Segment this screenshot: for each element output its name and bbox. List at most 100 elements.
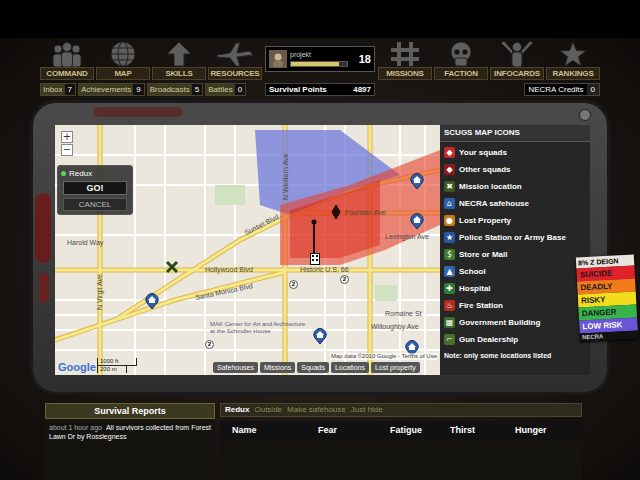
map-filter-tab[interactable]: Safehouses [213, 362, 258, 373]
necra-credits[interactable]: NECRA Credits0 [524, 83, 600, 96]
nav-item[interactable]: COMMAND [40, 41, 94, 80]
map-tabs: SafehousesMissionsSquadsLocationsLost pr… [213, 362, 420, 373]
legend-glyph: ⌂ [447, 200, 452, 208]
player-name: projekt [290, 51, 356, 59]
nav-item[interactable]: RANKINGS [546, 41, 600, 80]
avatar-icon [269, 50, 287, 68]
zoom-in-button[interactable]: + [61, 131, 73, 143]
counter-count[interactable]: 0 [235, 84, 245, 95]
nav-label[interactable]: RESOURCES [208, 67, 262, 80]
top-strip [0, 0, 640, 38]
nav-item[interactable]: SKILLS [152, 41, 206, 80]
counter-label[interactable]: Broadcasts [148, 84, 192, 95]
legend-glyph: ★ [446, 234, 453, 242]
map[interactable]: Sunset BlvdHollywood BlvdSanta Monica Bl… [55, 125, 440, 375]
nav-label[interactable]: SKILLS [152, 67, 206, 80]
nav-item[interactable]: MAP [96, 41, 150, 80]
legend-swatch: ◆ [444, 147, 455, 158]
counter-chip[interactable]: Inbox7 [40, 83, 76, 96]
street-label: N Virgil Ave [96, 274, 104, 310]
legend-label: Other squads [459, 165, 511, 175]
map-canvas[interactable] [55, 125, 440, 375]
squad-status-dot [61, 171, 66, 176]
counter-label[interactable]: Inbox [41, 84, 65, 95]
counter-count[interactable]: 7 [65, 84, 75, 95]
squad-name: Redux [69, 169, 92, 178]
nav-right: MISSIONSFACTIONINFOCARDSRANKINGS [378, 41, 600, 80]
nav-label[interactable]: INFOCARDS [490, 67, 544, 80]
nav-item[interactable]: FACTION [434, 41, 488, 80]
map-filter-tab[interactable]: Missions [260, 362, 295, 373]
survival-reports: Survival Reportsabout 1 hour agoAll surv… [45, 403, 215, 480]
legend-swatch: ◆ [444, 164, 455, 175]
street-label: Historic U.S. 66 [300, 266, 349, 274]
cancel-button[interactable]: CANCEL [63, 198, 127, 211]
route-shield: 2 [340, 275, 349, 284]
squad-tab[interactable]: Make safehouse [287, 405, 346, 415]
counters: Inbox7Achievements9Broadcasts5Battles0 [40, 83, 262, 96]
nav-label[interactable]: MISSIONS [378, 67, 432, 80]
legend-swatch: ★ [444, 232, 455, 243]
legend-swatch: ▲ [444, 266, 455, 277]
legend-glyph: ✚ [446, 285, 453, 293]
nav-label[interactable]: COMMAND [40, 67, 94, 80]
route-shield: 2 [205, 340, 214, 349]
column-header: Name [232, 425, 318, 436]
player-info: projekt [290, 51, 356, 67]
counter-chip[interactable]: Achievements9 [78, 83, 145, 96]
nav-left: COMMANDMAPSKILLSRESOURCES [40, 41, 262, 80]
people-icon [47, 41, 87, 67]
credits-label: NECRA Credits [525, 84, 586, 95]
threat-scale: 8% Z DEIGNSUICIDEDEADLYRISKYDANGERLOW RI… [576, 255, 638, 342]
frame-button[interactable] [579, 109, 591, 121]
legend-title: SCUGS MAP ICONS [440, 125, 590, 142]
legend-glyph: ◆ [446, 149, 452, 157]
legend-label: Your squads [459, 148, 507, 158]
nav-label[interactable]: RANKINGS [546, 67, 600, 80]
nav-label[interactable]: MAP [96, 67, 150, 80]
map-attribution[interactable]: Map data ©2010 Google - Terms of Use [330, 353, 438, 360]
report-time: about 1 hour ago [49, 424, 102, 431]
go-button[interactable]: GO! [63, 181, 127, 195]
squad-marker-icon[interactable] [331, 205, 341, 219]
nav-item[interactable]: RESOURCES [208, 41, 262, 80]
legend-item: ▦Government Building [440, 314, 590, 331]
safehouse-icon[interactable] [145, 293, 159, 309]
map-filter-tab[interactable]: Locations [331, 362, 369, 373]
route-shield: 2 [289, 280, 298, 289]
column-header: Fatigue [390, 425, 450, 436]
experience-bar [290, 61, 348, 67]
nav-label[interactable]: FACTION [434, 67, 488, 80]
squad-tab[interactable]: Outside [254, 405, 282, 415]
squad-building-icon[interactable] [310, 253, 320, 265]
mission-x-icon[interactable] [165, 260, 179, 274]
player-box[interactable]: projekt18 [265, 46, 375, 72]
map-filter-tab[interactable]: Lost property [371, 362, 420, 373]
squad-tab[interactable]: Redux [225, 405, 249, 415]
legend-label: Lost Property [459, 216, 511, 226]
bottom-panels: Survival Reportsabout 1 hour agoAll surv… [0, 395, 640, 480]
plane-icon [215, 41, 255, 67]
counter-count[interactable]: 9 [133, 84, 143, 95]
google-logo: Google [58, 361, 96, 373]
zoom-out-button[interactable]: − [61, 144, 73, 156]
legend-label: School [459, 267, 486, 277]
legend-list: ◆Your squads◆Other squads✖Mission locati… [440, 142, 590, 348]
legend-glyph: ▲ [446, 268, 452, 276]
counter-chip[interactable]: Broadcasts5 [147, 83, 203, 96]
safehouse-icon[interactable] [410, 173, 424, 189]
safehouse-icon[interactable] [410, 213, 424, 229]
map-filter-tab[interactable]: Squads [297, 362, 329, 373]
counter-label[interactable]: Battles [206, 84, 234, 95]
arrow-up-icon [159, 41, 199, 67]
counter-label[interactable]: Achievements [79, 84, 133, 95]
nav-item[interactable]: INFOCARDS [490, 41, 544, 80]
counter-count[interactable]: 5 [192, 84, 202, 95]
nav-item[interactable]: MISSIONS [378, 41, 432, 80]
legend-item: ⌂NECRA safehouse [440, 195, 590, 212]
squad-tab[interactable]: Just hide [351, 405, 383, 415]
counter-chip[interactable]: Battles0 [205, 83, 246, 96]
legend-item: $Store or Mall [440, 246, 590, 263]
legend-label: Police Station or Army Base [459, 233, 566, 243]
safehouse-icon[interactable] [313, 328, 327, 344]
